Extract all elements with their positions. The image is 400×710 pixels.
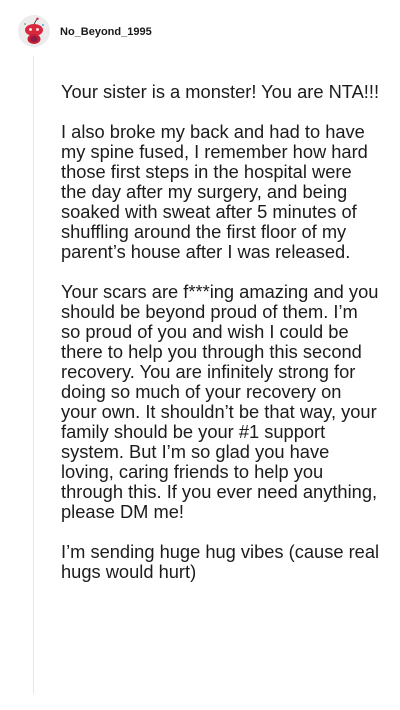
comment-paragraph-1: Your sister is a monster! You are NTA!!! [61, 81, 380, 102]
comment: No_Beyond_1995 Your sister is a monster!… [0, 0, 400, 710]
comment-paragraph-4: I’m sending huge hug vibes (cause real h… [61, 541, 380, 582]
username-link[interactable]: No_Beyond_1995 [60, 26, 152, 38]
comment-paragraph-2: I also broke my back and had to have my … [61, 121, 368, 262]
comment-paragraph-3: Your scars are f***ing amazing and you s… [61, 281, 379, 522]
comment-body: Your sister is a monster! You are NTA!!!… [61, 82, 381, 582]
snoo-avatar-icon [18, 15, 50, 47]
user-avatar[interactable] [18, 15, 50, 47]
thread-line[interactable] [33, 56, 34, 694]
